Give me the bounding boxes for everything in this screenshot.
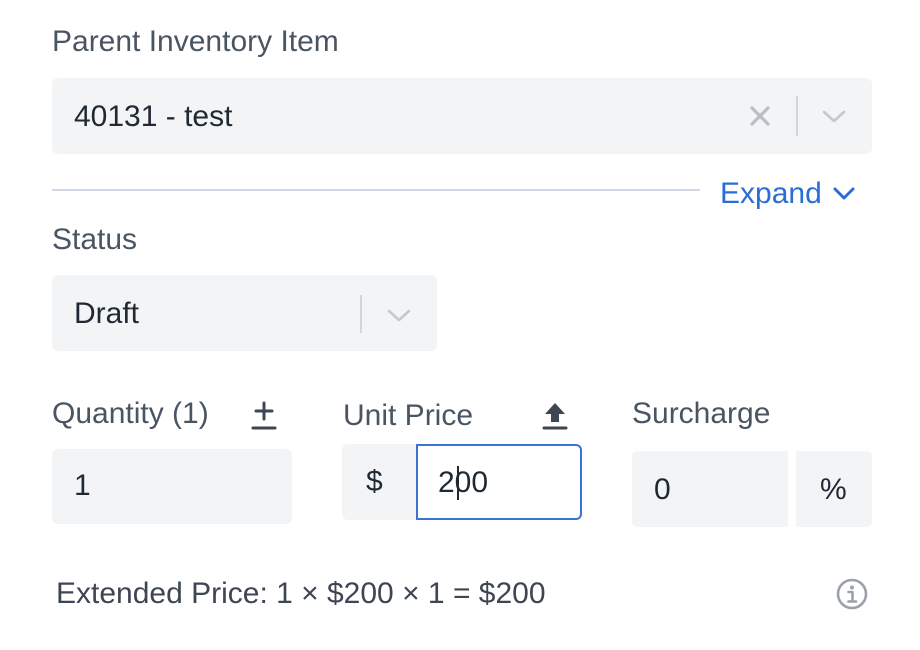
close-icon[interactable]: [748, 104, 772, 128]
percent-suffix: %: [796, 451, 872, 527]
section-divider: [52, 189, 700, 191]
quantity-value: 1: [74, 469, 91, 502]
text-caret: [457, 466, 459, 500]
chevron-down-icon[interactable]: [821, 105, 847, 127]
unit-price-label: Unit Price: [343, 399, 474, 432]
plus-minus-icon[interactable]: [250, 401, 278, 433]
status-select[interactable]: Draft: [52, 275, 437, 351]
upload-icon[interactable]: [541, 401, 569, 431]
surcharge-label: Surcharge: [632, 397, 771, 430]
percent-symbol: %: [820, 473, 847, 506]
status-label: Status: [52, 223, 138, 256]
chevron-down-icon: [833, 187, 855, 200]
quantity-label: Quantity (1): [52, 397, 209, 430]
surcharge-value: 0: [654, 473, 671, 506]
status-value: Draft: [74, 297, 140, 330]
select-separator: [360, 295, 362, 333]
extended-price-text: Extended Price: 1 × $200 × 1 = $200: [56, 577, 546, 610]
parent-item-select[interactable]: 40131 - test: [52, 78, 872, 154]
unit-price-value: 200: [438, 466, 489, 499]
info-icon[interactable]: [835, 577, 869, 611]
currency-prefix: $: [342, 444, 416, 520]
parent-item-label: Parent Inventory Item: [52, 25, 339, 58]
expand-label: Expand: [720, 177, 822, 210]
surcharge-input[interactable]: 0: [632, 451, 788, 527]
unit-price-input[interactable]: 200: [416, 444, 582, 520]
parent-item-value: 40131 - test: [74, 100, 233, 133]
currency-symbol: $: [366, 465, 383, 498]
chevron-down-icon[interactable]: [386, 304, 412, 326]
quantity-input[interactable]: 1: [52, 449, 292, 524]
expand-toggle[interactable]: Expand: [720, 176, 856, 212]
select-separator: [796, 96, 798, 136]
